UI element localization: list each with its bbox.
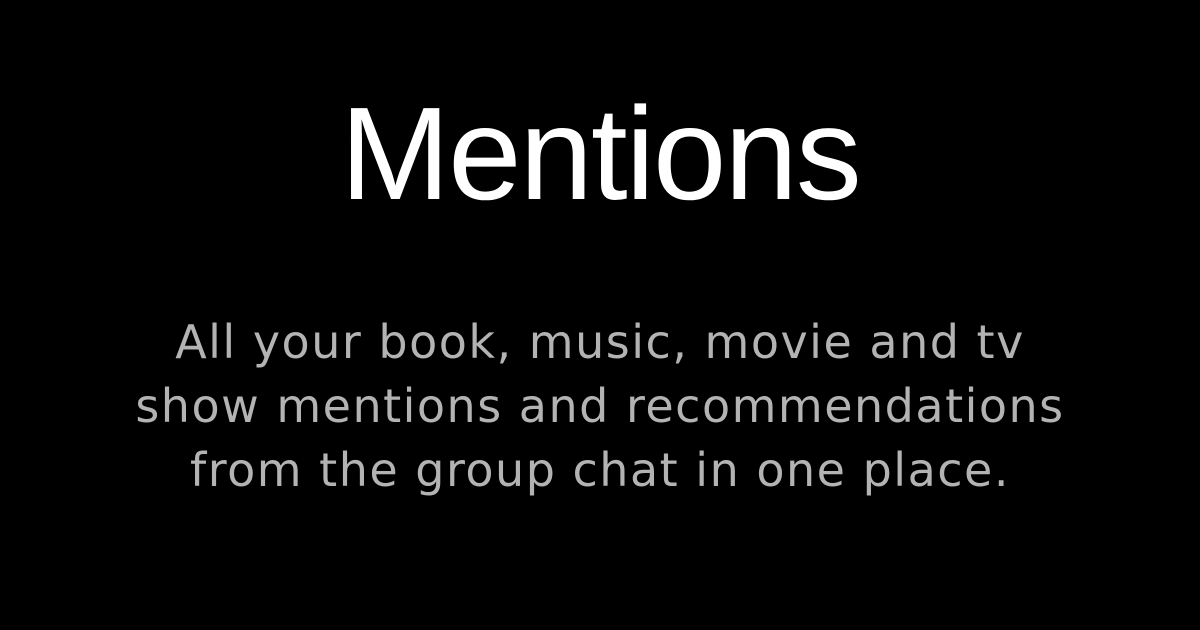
tagline-line-2: show mentions and recommendations xyxy=(135,379,1065,433)
tagline: All your book, music, movie and tv show … xyxy=(50,310,1150,502)
tagline-line-3: from the group chat in one place. xyxy=(190,443,1010,497)
social-card: Mentions All your book, music, movie and… xyxy=(0,0,1200,630)
tagline-line-1: All your book, music, movie and tv xyxy=(175,315,1025,369)
page-title: Mentions xyxy=(340,80,862,227)
